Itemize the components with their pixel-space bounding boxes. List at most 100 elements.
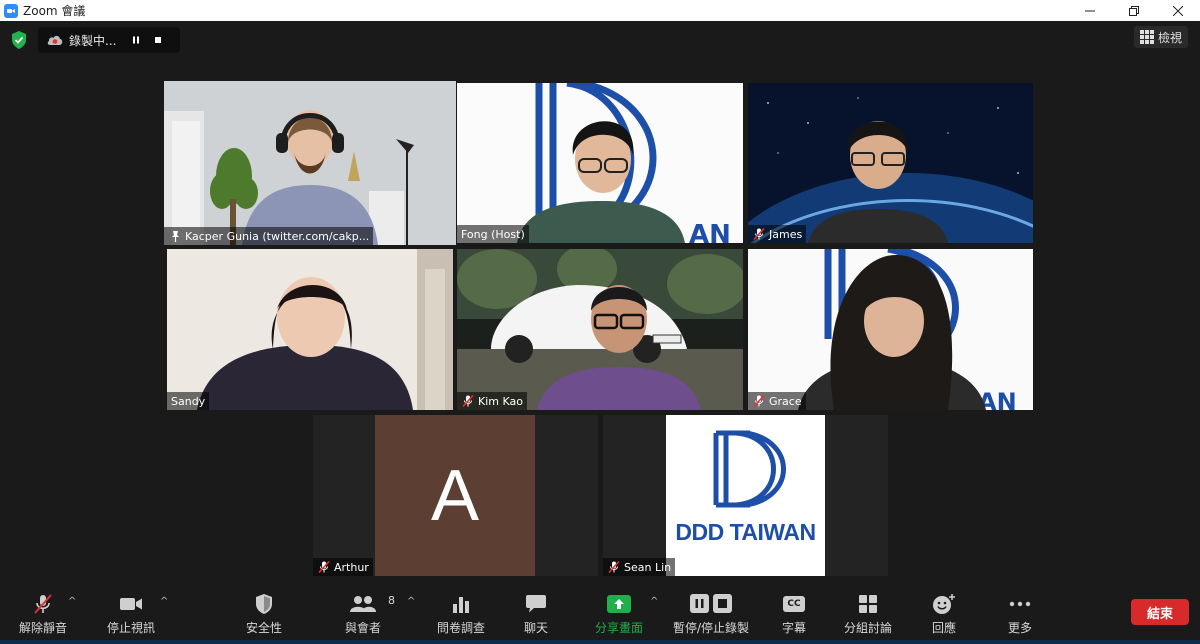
view-button[interactable]: 檢視 [1133, 26, 1188, 48]
unmute-label: 解除靜音 [18, 621, 67, 635]
end-meeting-button[interactable]: 結束 [1131, 599, 1189, 625]
participant-video: AN [457, 83, 743, 243]
chat-label: 聊天 [523, 621, 548, 635]
participant-name: Sean Lin [624, 560, 672, 574]
ddd-logo-icon [713, 430, 786, 508]
shield-check-icon[interactable] [9, 30, 29, 50]
breakout-rooms-label: 分組討論 [843, 621, 892, 635]
participant-video [164, 81, 456, 245]
pin-icon [172, 231, 179, 242]
reactions-button[interactable]: 回應 [924, 583, 964, 644]
participant-video [457, 249, 743, 410]
participant-name-bar: Fong (Host) [457, 225, 529, 243]
view-label: 檢視 [1157, 30, 1182, 45]
restore-icon [1129, 5, 1139, 16]
more-dots-icon [1009, 601, 1031, 607]
video-tile-arthur[interactable]: A Arthur [313, 415, 598, 576]
stop-icon [155, 37, 161, 43]
title-bar: Zoom 會議 [0, 0, 1200, 21]
avatar-letter: A [430, 455, 480, 536]
participant-name-bar: Grace [748, 392, 806, 410]
pause-stop-recording-button[interactable]: 暫停/停止錄製 [672, 583, 750, 644]
cloud-recording-icon [47, 35, 63, 45]
breakout-rooms-button[interactable]: 分組討論 [840, 583, 896, 644]
participant-video [748, 83, 1033, 243]
stop-video-button[interactable]: 停止視訊 [100, 583, 162, 644]
participant-name-bar: Sandy [167, 392, 210, 410]
participant-name: Fong (Host) [461, 227, 525, 241]
chat-icon [526, 595, 546, 613]
video-tile-sean-lin[interactable]: DDD TAIWAN Sean Lin [603, 415, 888, 576]
video-tile-kacper[interactable]: Kacper Gunia (twitter.com/cakp... [164, 81, 456, 245]
video-camera-icon [120, 598, 142, 610]
chat-button[interactable]: 聊天 [515, 583, 557, 644]
more-button[interactable]: 更多 [1000, 583, 1040, 644]
participant-name-bar: Kacper Gunia (twitter.com/cakp... [164, 227, 374, 245]
stop-recording-button[interactable] [147, 29, 169, 51]
participant-name-bar: Arthur [313, 558, 373, 576]
reactions-smiley-icon [933, 594, 955, 614]
participant-name-bar: James [748, 225, 807, 243]
taskbar-edge [0, 640, 1200, 644]
participants-icon [350, 596, 376, 612]
avatar: A [375, 415, 535, 576]
participant-name: Arthur [334, 560, 369, 574]
participants-label: 與會者 [344, 621, 381, 635]
share-screen-icon [607, 595, 631, 613]
participant-name-bar: Sean Lin [603, 558, 676, 576]
close-button[interactable] [1156, 0, 1200, 21]
unmute-button[interactable]: 解除靜音 [12, 583, 74, 644]
shield-icon [256, 594, 272, 614]
window-title: Zoom 會議 [23, 4, 86, 18]
pause-icon [133, 36, 139, 44]
closed-captions-icon: CC [783, 596, 805, 612]
more-label: 更多 [1007, 621, 1032, 635]
grid-view-icon [1139, 30, 1154, 44]
share-screen-label: 分享畫面 [594, 621, 643, 635]
recording-indicator: 錄製中... [38, 27, 180, 53]
ddd-taiwan-logo: DDD TAIWAN [666, 415, 825, 576]
restore-button[interactable] [1112, 0, 1156, 21]
security-button[interactable]: 安全性 [238, 583, 290, 644]
pause-recording-button[interactable] [125, 29, 147, 51]
participant-name: Kacper Gunia (twitter.com/cakp... [185, 229, 370, 243]
participants-options-caret-icon[interactable]: ^ [407, 596, 415, 607]
muted-mic-icon [318, 560, 330, 574]
muted-mic-icon [34, 594, 52, 614]
captions-button[interactable]: CC 字幕 [774, 583, 814, 644]
participants-count: 8 [388, 594, 395, 607]
reactions-label: 回應 [931, 621, 956, 635]
video-tile-kim-kao[interactable]: Kim Kao [457, 249, 743, 410]
share-options-caret-icon[interactable]: ^ [650, 596, 658, 607]
video-options-caret-icon[interactable]: ^ [160, 596, 168, 607]
zoom-meeting-window: Zoom 會議 錄製中... 檢視 Kacper Gunia (twitter.… [0, 0, 1200, 644]
video-tile-sandy[interactable]: Sandy [167, 249, 453, 410]
svg-text:AN: AN [689, 220, 731, 243]
minimize-icon [1085, 10, 1095, 11]
pause-stop-recording-label: 暫停/停止錄製 [672, 621, 750, 635]
share-screen-button[interactable]: 分享畫面 [592, 583, 646, 644]
participant-name: Sandy [171, 394, 206, 408]
stop-video-label: 停止視訊 [106, 621, 155, 635]
zoom-logo-icon [4, 3, 18, 18]
captions-label: 字幕 [781, 621, 806, 635]
participant-name-bar: Kim Kao [457, 392, 527, 410]
bar-chart-icon [453, 597, 469, 613]
video-tile-grace[interactable]: AN Grace [748, 249, 1033, 410]
security-label: 安全性 [245, 621, 282, 635]
polls-button[interactable]: 問卷調查 [434, 583, 488, 644]
participant-name: James [769, 227, 803, 241]
minimize-button[interactable] [1068, 0, 1112, 21]
video-tile-james[interactable]: James [748, 83, 1033, 243]
audio-options-caret-icon[interactable]: ^ [68, 596, 76, 607]
participant-video: AN [748, 249, 1033, 410]
muted-mic-icon [753, 394, 765, 408]
muted-mic-icon [608, 560, 620, 574]
participant-video [167, 249, 453, 410]
participants-button[interactable]: 8 與會者 [338, 583, 395, 644]
video-tile-fong[interactable]: AN Fong (Host) [457, 83, 743, 243]
muted-mic-icon [753, 227, 765, 241]
meeting-toolbar: 解除靜音 ^ 停止視訊 ^ 安全性 8 與會者 ^ 問卷調查 聊天 分享畫面 ^… [0, 583, 1200, 644]
meeting-top-strip: 錄製中... 檢視 [0, 21, 1200, 61]
participant-name: Grace [769, 394, 802, 408]
